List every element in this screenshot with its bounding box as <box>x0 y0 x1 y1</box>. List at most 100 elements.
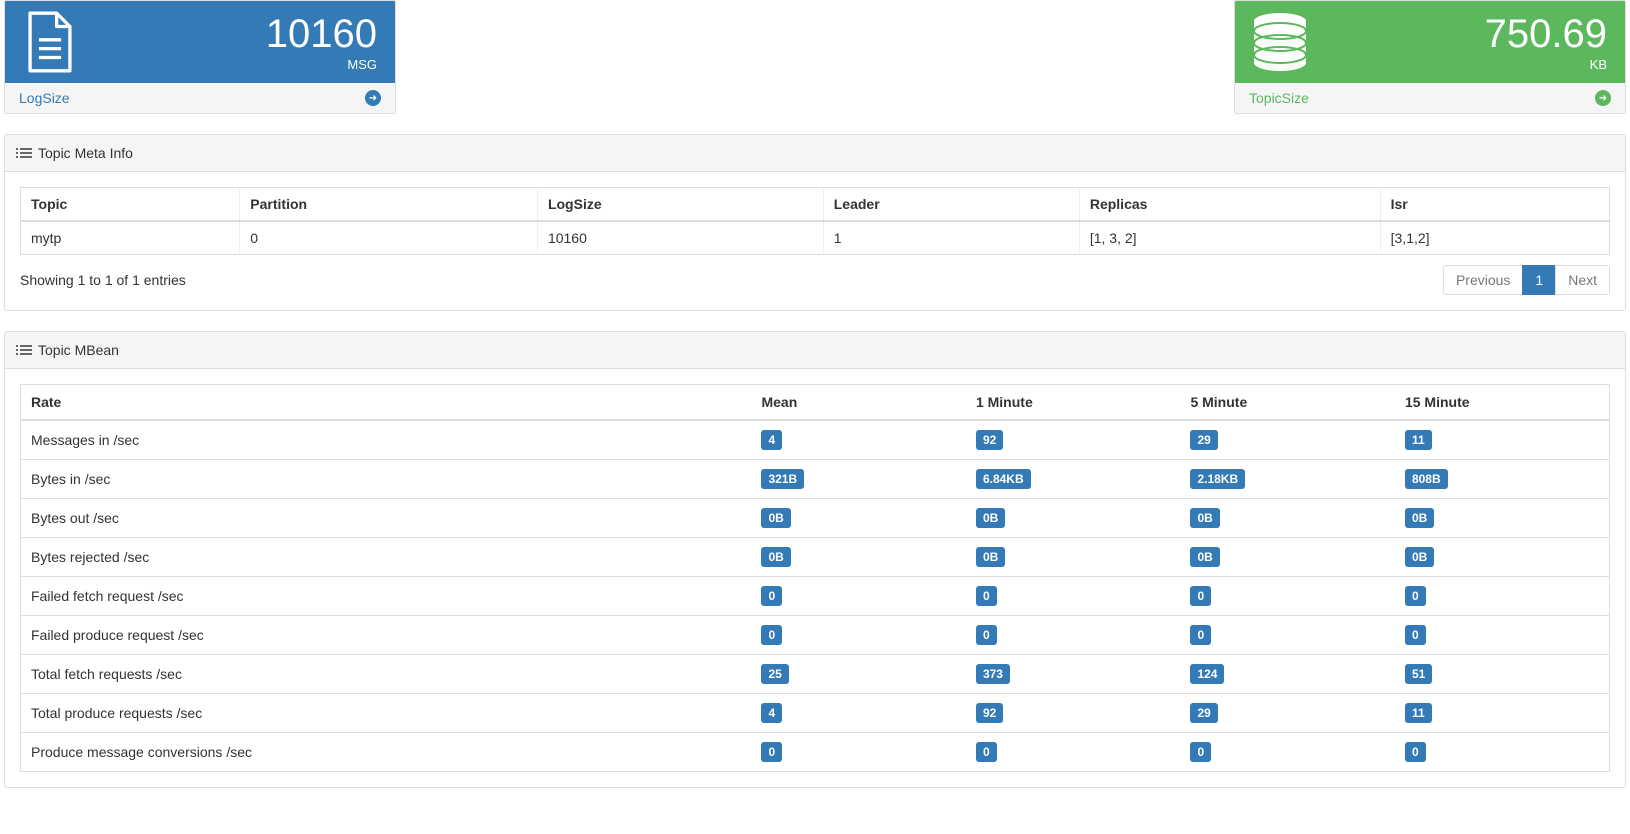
metric-cell: 6.84KB <box>966 460 1181 499</box>
metric-badge: 0 <box>1190 625 1211 645</box>
metric-cell: 11 <box>1395 694 1610 733</box>
meta-col-header[interactable]: Replicas <box>1079 188 1380 222</box>
meta-col-header[interactable]: Topic <box>21 188 240 222</box>
metric-badge: 4 <box>761 430 782 450</box>
metric-badge: 0 <box>761 742 782 762</box>
metric-cell: 92 <box>966 694 1181 733</box>
metric-badge: 321B <box>761 469 804 489</box>
meta-cell: [1, 3, 2] <box>1079 221 1380 255</box>
metric-cell: 92 <box>966 420 1181 460</box>
logsize-unit: MSG <box>95 57 377 72</box>
metric-badge: 2.18KB <box>1190 469 1245 489</box>
metric-badge: 0 <box>1405 625 1426 645</box>
table-row: Bytes out /sec0B0B0B0B <box>21 499 1610 538</box>
mbean-table: RateMean1 Minute5 Minute15 Minute Messag… <box>20 384 1610 772</box>
metric-badge: 0 <box>1405 586 1426 606</box>
meta-table: TopicPartitionLogSizeLeaderReplicasIsr m… <box>20 187 1610 255</box>
mbean-col-header: 1 Minute <box>966 385 1181 421</box>
metric-cell: 0 <box>1395 577 1610 616</box>
metric-cell: 0 <box>1180 733 1395 772</box>
page-1-button[interactable]: 1 <box>1522 265 1556 295</box>
metric-cell: 0B <box>966 499 1181 538</box>
meta-cell: 0 <box>240 221 538 255</box>
metric-badge: 11 <box>1405 703 1432 723</box>
rate-label: Total fetch requests /sec <box>21 655 752 694</box>
metric-cell: 373 <box>966 655 1181 694</box>
logsize-link[interactable]: LogSize ➜ <box>5 83 395 113</box>
table-row: Bytes rejected /sec0B0B0B0B <box>21 538 1610 577</box>
topicsize-link[interactable]: TopicSize ➜ <box>1235 83 1625 113</box>
metric-badge: 808B <box>1405 469 1448 489</box>
topic-mbean-panel: Topic MBean RateMean1 Minute5 Minute15 M… <box>4 331 1626 788</box>
metric-cell: 0B <box>751 499 966 538</box>
metric-cell: 0 <box>1395 616 1610 655</box>
metric-badge: 0 <box>761 625 782 645</box>
meta-col-header[interactable]: Leader <box>823 188 1079 222</box>
mbean-col-header: Rate <box>21 385 752 421</box>
rate-label: Messages in /sec <box>21 420 752 460</box>
topic-meta-panel: Topic Meta Info TopicPartitionLogSizeLea… <box>4 134 1626 311</box>
meta-col-header[interactable]: LogSize <box>537 188 823 222</box>
arrow-right-icon: ➜ <box>1595 90 1611 106</box>
metric-cell: 0B <box>1180 499 1395 538</box>
metric-cell: 25 <box>751 655 966 694</box>
topicsize-card: 750.69 KB TopicSize ➜ <box>1234 0 1626 114</box>
metric-cell: 0B <box>1395 538 1610 577</box>
metric-badge: 29 <box>1190 430 1217 450</box>
metric-badge: 0B <box>761 508 790 528</box>
metric-cell: 29 <box>1180 694 1395 733</box>
list-icon <box>20 345 32 355</box>
metric-badge: 0 <box>976 625 997 645</box>
metric-cell: 4 <box>751 694 966 733</box>
metric-cell: 0 <box>1180 616 1395 655</box>
metric-cell: 0 <box>966 577 1181 616</box>
logsize-card-top: 10160 MSG <box>5 1 395 83</box>
table-row: Messages in /sec4922911 <box>21 420 1610 460</box>
metric-cell: 0B <box>751 538 966 577</box>
logsize-card: 10160 MSG LogSize ➜ <box>4 0 396 114</box>
metric-badge: 373 <box>976 664 1010 684</box>
metric-badge: 0B <box>761 547 790 567</box>
metric-badge: 0B <box>1405 508 1434 528</box>
metric-cell: 51 <box>1395 655 1610 694</box>
meta-cell: 1 <box>823 221 1079 255</box>
metric-cell: 0 <box>751 616 966 655</box>
mbean-col-header: Mean <box>751 385 966 421</box>
rate-label: Bytes in /sec <box>21 460 752 499</box>
meta-cell: 10160 <box>537 221 823 255</box>
metric-badge: 25 <box>761 664 788 684</box>
meta-cell: [3,1,2] <box>1380 221 1609 255</box>
table-row: Failed produce request /sec 0 0 0 0 <box>21 616 1610 655</box>
table-row: Total fetch requests /sec 25 373 124 51 <box>21 655 1610 694</box>
metric-cell: 0 <box>1180 577 1395 616</box>
topic-mbean-title: Topic MBean <box>38 342 119 358</box>
metric-cell: 29 <box>1180 420 1395 460</box>
table-row: Failed fetch request /sec0000 <box>21 577 1610 616</box>
next-button[interactable]: Next <box>1555 265 1610 295</box>
meta-col-header[interactable]: Isr <box>1380 188 1609 222</box>
metric-cell: 0 <box>751 577 966 616</box>
topic-mbean-heading: Topic MBean <box>5 332 1625 369</box>
metric-cell: 0B <box>1395 499 1610 538</box>
topicsize-label: TopicSize <box>1249 90 1309 106</box>
meta-col-header[interactable]: Partition <box>240 188 538 222</box>
topicsize-value: 750.69 <box>1325 13 1607 55</box>
metric-cell: 2.18KB <box>1180 460 1395 499</box>
prev-button[interactable]: Previous <box>1443 265 1523 295</box>
file-icon <box>5 11 95 73</box>
metric-badge: 51 <box>1405 664 1432 684</box>
rate-label: Failed produce request /sec <box>21 616 752 655</box>
topicsize-card-top: 750.69 KB <box>1235 1 1625 83</box>
metric-badge: 4 <box>761 703 782 723</box>
list-icon <box>20 148 32 158</box>
topic-meta-title: Topic Meta Info <box>38 145 133 161</box>
meta-showing: Showing 1 to 1 of 1 entries <box>20 272 186 288</box>
metric-cell: 124 <box>1180 655 1395 694</box>
metric-cell: 0 <box>966 616 1181 655</box>
metric-badge: 124 <box>1190 664 1224 684</box>
metric-badge: 0B <box>976 547 1005 567</box>
metric-cell: 321B <box>751 460 966 499</box>
metric-cell: 808B <box>1395 460 1610 499</box>
metric-badge: 0 <box>1190 742 1211 762</box>
mbean-col-header: 15 Minute <box>1395 385 1610 421</box>
